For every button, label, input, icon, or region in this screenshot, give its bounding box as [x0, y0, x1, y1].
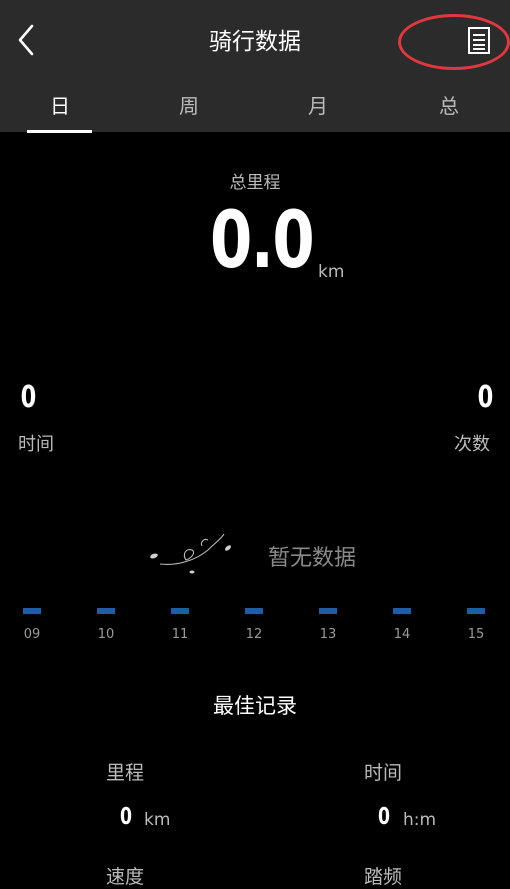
chart-bar-09: [23, 608, 41, 614]
tab-total[interactable]: 总: [409, 90, 489, 119]
chart-bar-14: [393, 608, 411, 614]
tab-month[interactable]: 月: [278, 90, 358, 119]
best-distance-unit: km: [144, 810, 171, 830]
count-label: 次数: [454, 434, 490, 455]
chart-day-label-12: 12: [245, 627, 263, 642]
empty-leaves-icon: [150, 533, 231, 574]
best-records-title: 最佳记录: [213, 694, 297, 718]
chart-bar-13: [319, 608, 337, 614]
no-data-message: 暂无数据: [268, 546, 357, 571]
period-tabs: 日 周 月 总: [0, 80, 510, 132]
best-distance-label: 里程: [106, 762, 145, 784]
chart-day-label-15: 15: [467, 627, 485, 642]
time-value: 0: [20, 380, 37, 415]
chart-bar-10: [97, 608, 115, 614]
highlight-annotation-circle: [398, 14, 510, 70]
total-distance-value: 0.0: [210, 196, 315, 286]
chart-bar-12: [245, 608, 263, 614]
time-label: 时间: [18, 434, 54, 455]
total-distance-label: 总里程: [229, 173, 281, 193]
tab-day[interactable]: 日: [20, 90, 100, 119]
chart-day-label-11: 11: [171, 627, 189, 642]
chart-bar-11: [171, 608, 189, 614]
tab-week[interactable]: 周: [149, 90, 229, 119]
best-cadence-label: 踏频: [364, 866, 403, 888]
chart-bar-15: [467, 608, 485, 614]
count-value: 0: [477, 380, 494, 415]
app-header: 骑行数据 日 周 月 总: [0, 0, 510, 132]
best-time-unit: h:m: [403, 810, 437, 830]
best-time-value: 0: [378, 804, 391, 830]
best-time-label: 时间: [364, 762, 403, 784]
best-speed-label: 速度: [106, 866, 145, 888]
total-distance-unit: km: [318, 262, 345, 282]
active-tab-indicator: [27, 130, 92, 133]
chart-day-label-13: 13: [319, 627, 337, 642]
chart-day-label-09: 09: [23, 627, 41, 642]
chart-day-label-14: 14: [393, 627, 411, 642]
chart-day-label-10: 10: [97, 627, 115, 642]
best-distance-value: 0: [120, 804, 133, 830]
